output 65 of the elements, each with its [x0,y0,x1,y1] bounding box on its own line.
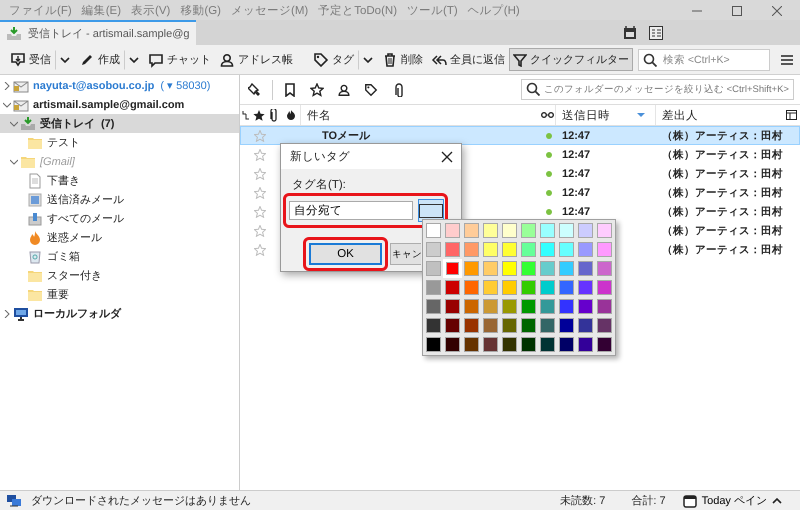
dialog-title: 新しいタグ [290,149,350,164]
folder-item[interactable]: nayuta-t@asobou.co.jp ( ▾ 58030) [0,76,239,95]
date-text: 12:47 [561,148,592,160]
status-message: ダウンロードされたメッセージはありません [31,494,251,508]
sender-text: （株）アーティス：田村 [661,128,784,142]
sender-text: （株）アーティス：田村 [661,166,784,180]
tag-button[interactable]: タグ [309,48,358,72]
tab[interactable]: 受信トレイ - artismail.sample@g [0,20,196,45]
folder-item[interactable]: 迷惑メール [0,228,239,247]
date-text: 12:47 [561,130,592,142]
unread-count: 未読数: 7 [560,494,606,508]
contacts-button[interactable]: アドレス帳 [215,48,297,72]
column-label: 送信日時 [562,108,610,122]
folder-label: すべてのメール [47,212,124,226]
today-pane-button[interactable]: Today ペイン [680,493,784,508]
ok-button[interactable]: OK [309,243,382,265]
get-messages-button[interactable]: 受信 [6,48,55,72]
folder-label: artismail.sample@gmail.com [33,98,184,110]
message-row[interactable]: TOメール 12:47 （株）アーティス：田村 [240,126,800,145]
tag-name-field[interactable]: 自分宛て [289,201,413,220]
field-label: タグ名(T): [292,178,347,192]
search-field[interactable]: 検索 <Ctrl+K> [638,48,770,70]
date-text: 12:47 [561,206,592,218]
folder-item[interactable]: テスト [0,133,239,152]
folder-label: 重要 [47,288,69,302]
date-text: 12:47 [561,186,592,198]
folder-item[interactable]: 下書き [0,171,239,190]
cancel-button[interactable]: キャン [390,243,421,265]
column-header[interactable]: 差出人 [655,105,783,125]
filter-field[interactable]: このフォルダーのメッセージを絞り込む <Ctrl+Shift+K> [521,79,794,100]
chat-button[interactable]: チャット [144,48,215,72]
folder-item[interactable]: artismail.sample@gmail.com [0,95,239,114]
delete-button[interactable]: 削除 [378,48,427,72]
folder-label: [Gmail] [40,156,75,168]
folder-item[interactable]: スター付き [0,266,239,285]
sender-text: （株）アーティス：田村 [661,186,784,200]
folder-label: 迷惑メール [47,230,102,245]
folder-label: スター付き [47,269,102,283]
sender-text: （株）アーティス：田村 [661,242,784,256]
folder-item[interactable]: すべてのメール [0,209,239,228]
column-header[interactable]: 送信日時 [555,105,655,125]
folder-item[interactable]: ゴミ箱 [0,247,239,266]
folder-item[interactable]: 受信トレイ (7) [0,114,239,133]
date-text: 12:47 [561,168,592,180]
column-header[interactable]: 件名 [300,105,540,125]
folder-label: nayuta-t@asobou.co.jp [33,80,154,92]
folder-label: テスト [47,136,80,150]
folder-label: ローカルフォルダ [33,306,121,321]
folder-label: 下書き [47,174,80,188]
quick-filter-button[interactable]: クイックフィルター [509,48,633,71]
sender-text: （株）アーティス：田村 [661,148,784,162]
sender-text: （株）アーティス：田村 [661,224,784,238]
total-count: 合計: 7 [631,494,666,508]
subject-text: TOメール [321,129,372,143]
folder-label: ゴミ箱 [47,250,80,264]
folder-label: 受信トレイ [40,116,95,131]
write-button[interactable]: 作成 [75,48,124,72]
reply-all-button[interactable]: 全員に返信 [427,48,509,71]
unread-count: (7) [101,118,114,130]
folder-label: 送信済みメール [47,192,124,207]
folder-item[interactable]: ローカルフォルダ [0,304,239,323]
folder-item[interactable]: 重要 [0,285,239,304]
unread-count: ( ▾ 58030) [160,79,210,92]
sender-text: （株）アーティス：田村 [661,204,784,218]
folder-item[interactable]: 送信済みメール [0,190,239,209]
